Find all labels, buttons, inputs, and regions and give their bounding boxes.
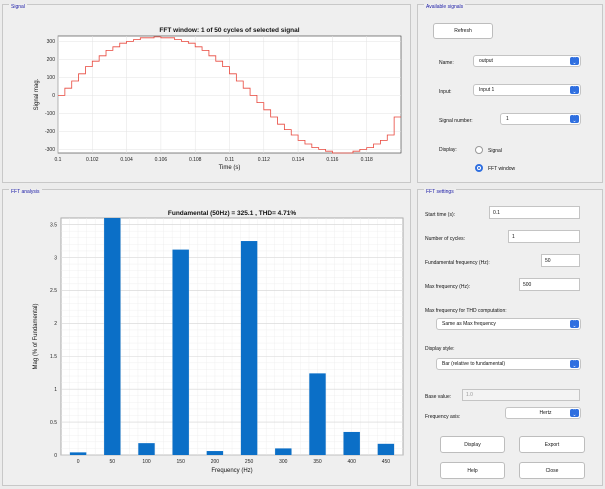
signal-xaxis-label: Time (s) xyxy=(219,165,241,171)
signal-xtick-label: 0.112 xyxy=(258,157,270,163)
fft-bar xyxy=(240,241,258,455)
fft-bar xyxy=(206,451,224,455)
help-button[interactable]: Help xyxy=(440,462,505,479)
display-style-value: Bar (relative to fundamental) xyxy=(442,361,506,367)
max-freq-label: Max frequency (Hz): xyxy=(425,284,471,290)
radio-fft-window-label: FFT window xyxy=(488,166,516,172)
display-label: Display: xyxy=(439,147,457,153)
fft-bar xyxy=(309,373,326,455)
fft-ytick-label: 1 xyxy=(54,387,57,393)
fft-bar xyxy=(377,443,395,455)
signal-xtick-label: 0.1 xyxy=(55,157,62,163)
fft-bar xyxy=(138,443,155,455)
name-select-value: output xyxy=(479,58,493,64)
signal-xtick-label: 0.11 xyxy=(225,157,235,163)
input-select-value: Input 1 xyxy=(479,87,495,93)
fft-bar xyxy=(69,452,87,455)
chevron-updown-icon: ⌃ ⌄ xyxy=(570,115,579,124)
signal-number-label: Signal number: xyxy=(439,118,473,124)
fft-xaxis-label: Frequency (Hz) xyxy=(211,468,252,474)
fft-xtick-label: 150 xyxy=(177,459,186,465)
chevron-updown-icon: ⌃ ⌄ xyxy=(570,360,579,369)
signal-xtick-label: 0.108 xyxy=(189,157,202,163)
max-thd-label: Max frequency for THD computation: xyxy=(425,308,507,314)
fft-bar xyxy=(275,448,292,455)
fund-freq-input[interactable]: 50 xyxy=(541,254,580,267)
signal-xtick-label: 0.116 xyxy=(326,157,338,163)
fft-xtick-label: 300 xyxy=(279,459,288,465)
signal-chart-title: FFT window: 1 of 50 cycles of selected s… xyxy=(159,27,299,34)
freq-axis-label: Frequency axis: xyxy=(425,414,461,420)
chevron-updown-icon: ⌃ ⌄ xyxy=(570,57,579,66)
freq-axis-select[interactable]: Hertz ⌃ ⌄ xyxy=(505,407,581,419)
signal-ytick-label: -300 xyxy=(45,147,55,153)
max-freq-input[interactable]: 500 xyxy=(519,278,580,291)
cycles-label: Number of cycles: xyxy=(425,236,466,242)
signal-ytick-label: 100 xyxy=(47,75,56,81)
fft-ytick-label: 3.5 xyxy=(50,222,57,228)
chevron-updown-icon: ⌃ ⌄ xyxy=(570,86,579,95)
fft-ytick-label: 2 xyxy=(54,321,57,327)
chevron-updown-icon: ⌃ ⌄ xyxy=(570,409,579,418)
signal-ytick-label: 0 xyxy=(52,93,55,99)
fft-settings-title: FFT settings xyxy=(424,189,456,195)
signal-ytick-label: -100 xyxy=(45,111,55,117)
fft-bar xyxy=(172,249,189,455)
freq-axis-value: Hertz xyxy=(539,410,552,416)
base-value-input: 1.0 xyxy=(462,389,580,401)
signal-plot: 300 200 100 0 -100 -200 -3000.1 0.102 0.104 0.106… xyxy=(34,27,402,171)
max-thd-value: Same as Max frequency xyxy=(442,321,496,327)
fft-yaxis-label: Mag (% of Fundamental) xyxy=(33,303,39,369)
fft-xtick-label: 200 xyxy=(211,459,220,465)
fft-bar xyxy=(104,218,121,455)
fft-bar xyxy=(343,431,360,455)
chevron-updown-icon: ⌃ ⌄ xyxy=(570,320,579,329)
input-select[interactable]: Input 1 ⌃ ⌄ xyxy=(473,84,581,96)
fft-ytick-label: 0 xyxy=(54,453,57,459)
fft-xtick-label: 250 xyxy=(245,459,254,465)
fft-xtick-label: 450 xyxy=(382,459,391,465)
signal-yaxis-label: Signal mag. xyxy=(34,78,40,110)
fft-xtick-label: 100 xyxy=(142,459,151,465)
signal-xtick-label: 0.114 xyxy=(292,157,304,163)
fund-freq-label: Fundamental frequency (Hz): xyxy=(425,260,490,266)
display-style-select[interactable]: Bar (relative to fundamental) ⌃ ⌄ xyxy=(436,358,581,370)
fft-xtick-label: 50 xyxy=(110,459,116,465)
name-select[interactable]: output ⌃ ⌄ xyxy=(473,55,581,67)
close-button[interactable]: Close xyxy=(519,462,585,479)
radio-fft-window[interactable] xyxy=(475,164,483,172)
radio-signal[interactable] xyxy=(475,146,483,154)
start-time-input[interactable]: 0.1 xyxy=(489,206,580,219)
fft-xtick-label: 0 xyxy=(77,459,80,465)
signal-ytick-label: 300 xyxy=(47,39,56,45)
available-signals-title: Available signals xyxy=(424,4,466,10)
fft-ytick-label: 3 xyxy=(54,255,57,261)
fft-xtick-label: 350 xyxy=(313,459,322,465)
signal-number-value: 1 xyxy=(506,116,509,122)
signal-xtick-label: 0.104 xyxy=(120,157,133,163)
max-thd-select[interactable]: Same as Max frequency ⌃ ⌄ xyxy=(436,318,581,330)
start-time-label: Start time (s): xyxy=(425,212,456,218)
fft-xtick-label: 400 xyxy=(348,459,357,465)
base-value-label: Base value: xyxy=(425,394,452,400)
signal-xtick-label: 0.106 xyxy=(155,157,168,163)
signal-ytick-label: 200 xyxy=(47,57,56,63)
radio-signal-label: Signal xyxy=(488,148,502,154)
fft-plot: 3.5 3 2.5 2 1.5 1 0.5 0 0 50 100 150 200 250 300 350 400… xyxy=(33,210,404,474)
signal-xtick-label: 0.118 xyxy=(361,157,373,163)
fft-ytick-label: 0.5 xyxy=(50,420,57,426)
input-label: Input: xyxy=(439,89,452,95)
fft-chart-title: Fundamental (50Hz) = 325.1 , THD= 4.71% xyxy=(168,210,296,217)
signal-ytick-label: -200 xyxy=(45,129,55,135)
signal-number-select[interactable]: 1 ⌃ ⌄ xyxy=(500,113,581,125)
refresh-button[interactable]: Refresh xyxy=(433,23,493,39)
display-button[interactable]: Display xyxy=(440,436,505,453)
display-style-label: Display style: xyxy=(425,346,455,352)
signal-xtick-label: 0.102 xyxy=(86,157,99,163)
export-button[interactable]: Export xyxy=(519,436,585,453)
fft-ytick-label: 1.5 xyxy=(50,354,57,360)
fft-ytick-label: 2.5 xyxy=(50,288,57,294)
name-label: Name: xyxy=(439,60,454,66)
cycles-input[interactable]: 1 xyxy=(508,230,580,243)
